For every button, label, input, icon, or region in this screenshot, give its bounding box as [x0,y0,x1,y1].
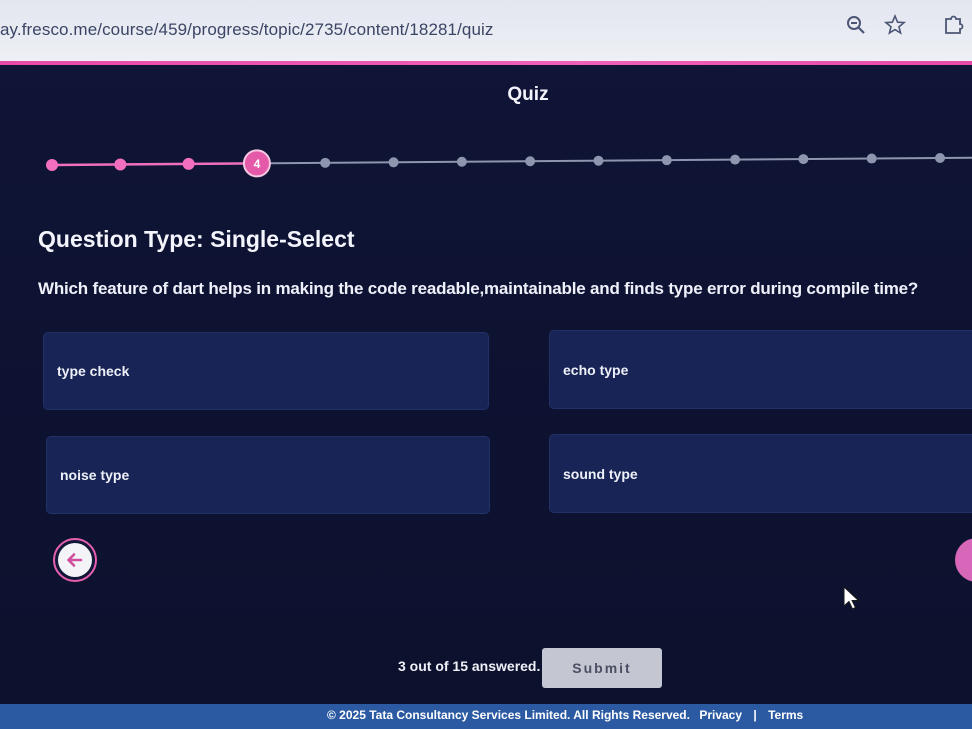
footer-bar: © 2025 Tata Consultancy Services Limited… [0,704,972,729]
footer-separator: | [753,708,757,722]
progress-step-number: 4 [254,157,261,171]
progress-step-pending[interactable] [525,156,536,167]
arrow-left-icon [58,543,92,577]
progress-step-completed[interactable] [46,159,58,171]
quiz-title: Quiz [507,84,549,105]
progress-step-pending[interactable] [320,157,331,168]
url-text[interactable]: ay.fresco.me/course/459/progress/topic/2… [0,20,494,40]
privacy-link[interactable]: Privacy [699,708,742,722]
submit-button[interactable]: Submit [542,648,662,688]
progress-step-pending[interactable] [798,154,809,165]
progress-step-completed[interactable] [114,158,127,171]
question-text: Which feature of dart helps in making th… [38,279,919,298]
progress-step-current[interactable]: 4 [242,149,271,178]
mouse-cursor-icon [843,586,860,610]
option-echo-type[interactable]: echo type [549,330,972,409]
progress-step-pending[interactable] [730,154,741,165]
progress-step-pending[interactable] [866,153,877,164]
progress-step-pending[interactable] [935,153,945,163]
progress-step-pending[interactable] [593,155,604,166]
option-noise-type[interactable]: noise type [46,436,490,514]
accent-line [0,61,972,65]
zoom-icon[interactable] [845,14,867,36]
extension-icon[interactable] [942,14,964,36]
star-icon[interactable] [883,13,907,36]
next-question-button[interactable] [955,538,972,582]
progress-step-pending[interactable] [456,156,467,167]
progress-step-completed[interactable] [182,157,195,170]
option-type-check[interactable]: type check [43,332,489,410]
question-type-heading: Question Type: Single-Select [38,226,355,252]
option-label: sound type [563,465,638,482]
progress-tracker: 4 [46,149,972,178]
progress-step-pending[interactable] [661,155,672,166]
option-label: noise type [60,467,130,483]
copyright-text: © 2025 Tata Consultancy Services Limited… [327,708,690,722]
option-label: type check [57,363,130,379]
quiz-page: ay.fresco.me/course/459/progress/topic/2… [0,0,972,729]
progress-step-pending[interactable] [388,157,399,168]
option-sound-type[interactable]: sound type [549,434,972,513]
progress-line-pending [256,156,972,165]
footer-text: © 2025 Tata Consultancy Services Limited… [327,708,803,722]
previous-question-button[interactable] [53,538,97,582]
answered-count: 3 out of 15 answered. [398,658,541,674]
option-label: echo type [563,361,629,378]
progress-line-completed [51,162,257,167]
browser-address-bar: ay.fresco.me/course/459/progress/topic/2… [0,0,972,62]
terms-link[interactable]: Terms [768,708,803,722]
